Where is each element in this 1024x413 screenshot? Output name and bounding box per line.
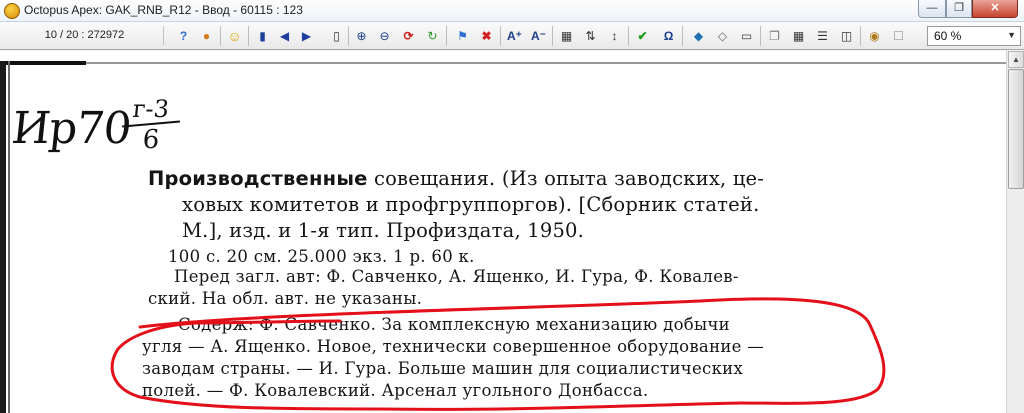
zoom-in-icon: ⊕	[356, 28, 367, 43]
smiley-button[interactable]: ☺	[226, 27, 243, 44]
copy-button[interactable]: ❐	[766, 27, 783, 44]
title-bar: Octopus Apex: GAK_RNB_R12 - Ввод - 60115…	[0, 0, 1024, 22]
align-button[interactable]: ↕	[606, 27, 623, 44]
scroll-icon: ◉	[869, 28, 880, 43]
user-button[interactable]: ●	[198, 27, 215, 44]
card-line: угля — А. Ященко. Новое, технически сове…	[142, 337, 765, 356]
zoom-value: 60 %	[934, 29, 962, 43]
font-increase-button[interactable]: A⁺	[506, 27, 523, 44]
app-logo-icon	[4, 3, 20, 19]
tag-remove-button[interactable]: ◇	[714, 27, 731, 44]
page-prev-icon: ◀	[279, 28, 290, 43]
scrollbar-thumb[interactable]	[1008, 69, 1024, 189]
document-viewport[interactable]: Ир70 г-3 6 Производственные совещания. (…	[0, 51, 1006, 413]
tag-remove-icon: ◇	[717, 28, 728, 43]
card-line-text: совещания. (Из опыта заводских, це-	[367, 167, 765, 190]
tag-icon: ◆	[693, 28, 704, 43]
maximize-button[interactable]: ❐	[946, 0, 972, 18]
help-icon: ?	[179, 28, 188, 43]
shelfmark-numerator: г-3	[131, 95, 171, 123]
chevron-up-icon: ▲	[1012, 55, 1020, 64]
shelfmark-denominator: 6	[141, 125, 161, 155]
delete-icon: ✖	[481, 28, 492, 43]
vertical-scrollbar[interactable]: ▲	[1006, 51, 1024, 413]
close-icon: ✕	[990, 2, 1000, 14]
close-button[interactable]: ✕	[972, 0, 1018, 18]
font-decrease-button[interactable]: A⁻	[530, 27, 547, 44]
bookmark-icon: ☐	[893, 28, 904, 43]
copy-icon: ❐	[769, 28, 780, 43]
scan-border	[8, 61, 10, 413]
chevron-down-icon: ▼	[1007, 30, 1016, 40]
card-line: заводам страны. — И. Гура. Больше машин …	[142, 359, 744, 378]
columns-button[interactable]: ▦	[558, 27, 575, 44]
minimize-button[interactable]: —	[918, 0, 946, 18]
pin-button[interactable]: ⚑	[454, 27, 471, 44]
zoom-in-button[interactable]: ⊕	[353, 27, 370, 44]
page-prev-button[interactable]: ◀	[276, 27, 293, 44]
split-icon: ⇅	[585, 28, 596, 43]
list-icon: ☰	[817, 28, 828, 43]
delete-button[interactable]: ✖	[478, 27, 495, 44]
eraser-icon: ▭	[740, 28, 753, 43]
zoom-out-icon: ⊖	[379, 28, 390, 43]
refresh-button[interactable]: ↻	[424, 27, 441, 44]
record-counter: 10 / 20 : 272972	[6, 26, 164, 45]
toolbar: 10 / 20 : 272972 ? ● ☺ ▮ ◀ ▶ ▯ ⊕ ⊖ ⟳ ↻ ⚑…	[0, 22, 1024, 50]
scroll-up-button[interactable]: ▲	[1008, 51, 1024, 68]
minimize-icon: —	[926, 2, 938, 14]
scan-border	[0, 61, 6, 413]
omega-button[interactable]: Ω	[660, 27, 677, 44]
page-next-button[interactable]: ▶	[298, 27, 315, 44]
shelfmark-prefix: Ир70	[9, 103, 134, 154]
grid-button[interactable]: ▦	[790, 27, 807, 44]
eraser-button[interactable]: ▭	[738, 27, 755, 44]
columns-icon: ▦	[560, 28, 573, 43]
page-next-icon: ▶	[301, 28, 312, 43]
check-button[interactable]: ✔	[634, 27, 651, 44]
card-line: ский. На обл. авт. не указаны.	[148, 289, 423, 308]
page-first-button[interactable]: ▮	[254, 27, 271, 44]
zoom-out-button[interactable]: ⊖	[376, 27, 393, 44]
refresh-icon: ↻	[427, 28, 438, 43]
card-line: полей. — Ф. Ковалевский. Арсенал угольно…	[142, 381, 649, 400]
align-icon: ↕	[611, 28, 618, 43]
omega-icon: Ω	[663, 28, 674, 43]
layout-icon: ◫	[840, 28, 853, 43]
split-button[interactable]: ⇅	[582, 27, 599, 44]
window-title: Octopus Apex: GAK_RNB_R12 - Ввод - 60115…	[24, 3, 303, 17]
font-increase-icon: A⁺	[507, 28, 522, 43]
card-line: М.], изд. и 1-я тип. Профиздата, 1950.	[182, 219, 585, 242]
card-line: 100 с. 20 см. 25.000 экз. 1 р. 60 к.	[168, 247, 475, 266]
card-line: Перед загл. авт: Ф. Савченко, А. Ященко,…	[174, 267, 739, 286]
check-icon: ✔	[637, 28, 648, 43]
scroll-button[interactable]: ◉	[866, 27, 883, 44]
page-last-icon: ▯	[333, 28, 340, 43]
help-button[interactable]: ?	[175, 27, 192, 44]
card-title-bold: Производственные	[148, 167, 368, 190]
user-icon: ●	[202, 28, 211, 43]
grid-icon: ▦	[792, 28, 805, 43]
bookmark-button[interactable]: ☐	[890, 27, 907, 44]
pin-icon: ⚑	[457, 28, 468, 43]
layout-button[interactable]: ◫	[838, 27, 855, 44]
card-line: ховых комитетов и профгруппоргов). [Сбор…	[182, 193, 760, 216]
smiley-icon: ☺	[227, 27, 242, 44]
shelfmark-fraction: г-3 6	[120, 95, 182, 155]
zoom-select[interactable]: 60 % ▼	[927, 26, 1021, 46]
card-line: Содерж: Ф. Савченко. За комплексную меха…	[178, 315, 730, 334]
page-first-icon: ▮	[259, 28, 266, 43]
scan-border	[0, 61, 86, 65]
tag-button[interactable]: ◆	[690, 27, 707, 44]
list-button[interactable]: ☰	[814, 27, 831, 44]
page-last-button[interactable]: ▯	[328, 27, 345, 44]
undo-icon: ⟳	[403, 28, 414, 43]
maximize-icon: ❐	[954, 2, 964, 14]
font-decrease-icon: A⁻	[531, 28, 546, 43]
scan-border	[86, 62, 1006, 64]
card-line: Производственные совещания. (Из опыта за…	[148, 167, 764, 190]
undo-button[interactable]: ⟳	[400, 27, 417, 44]
